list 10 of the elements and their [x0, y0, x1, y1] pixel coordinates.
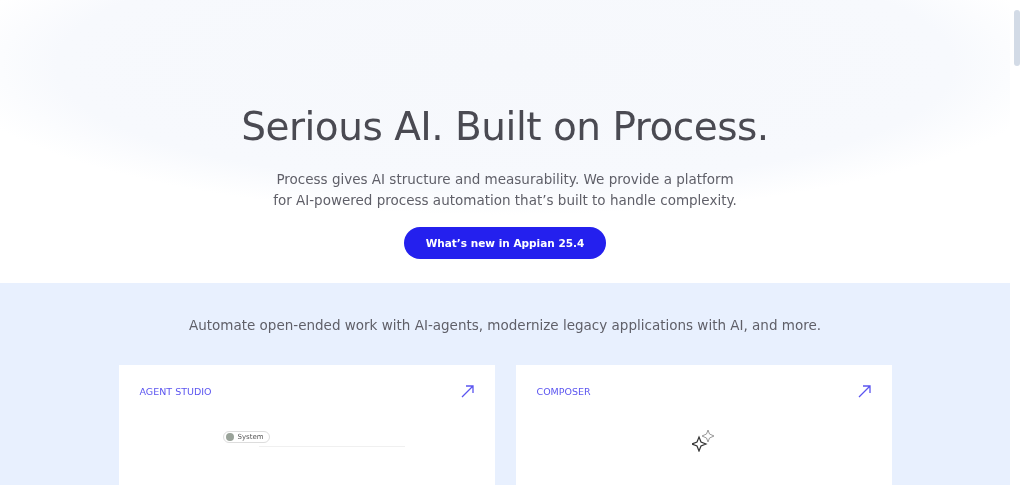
card-label: COMPOSER — [536, 386, 591, 397]
section-intro: Automate open-ended work with AI-agents, modernize legacy applications with AI, and more. — [188, 317, 822, 333]
arrow-icon[interactable] — [857, 385, 871, 398]
hero-title: Serious AI. Built on Process. — [241, 104, 769, 149]
card-label: AGENT STUDIO — [139, 386, 212, 397]
arrow-icon[interactable] — [460, 385, 474, 398]
whats-new-button[interactable]: What’s new in Appian 25.4 — [403, 227, 607, 259]
hero-description: Process gives AI structure and measurability. We provide a platform for AI-powered process automation that’s built to handle complexity. — [273, 170, 737, 210]
sparkles-icon — [691, 428, 716, 452]
product-card[interactable]: COMPOSER — [515, 365, 892, 485]
